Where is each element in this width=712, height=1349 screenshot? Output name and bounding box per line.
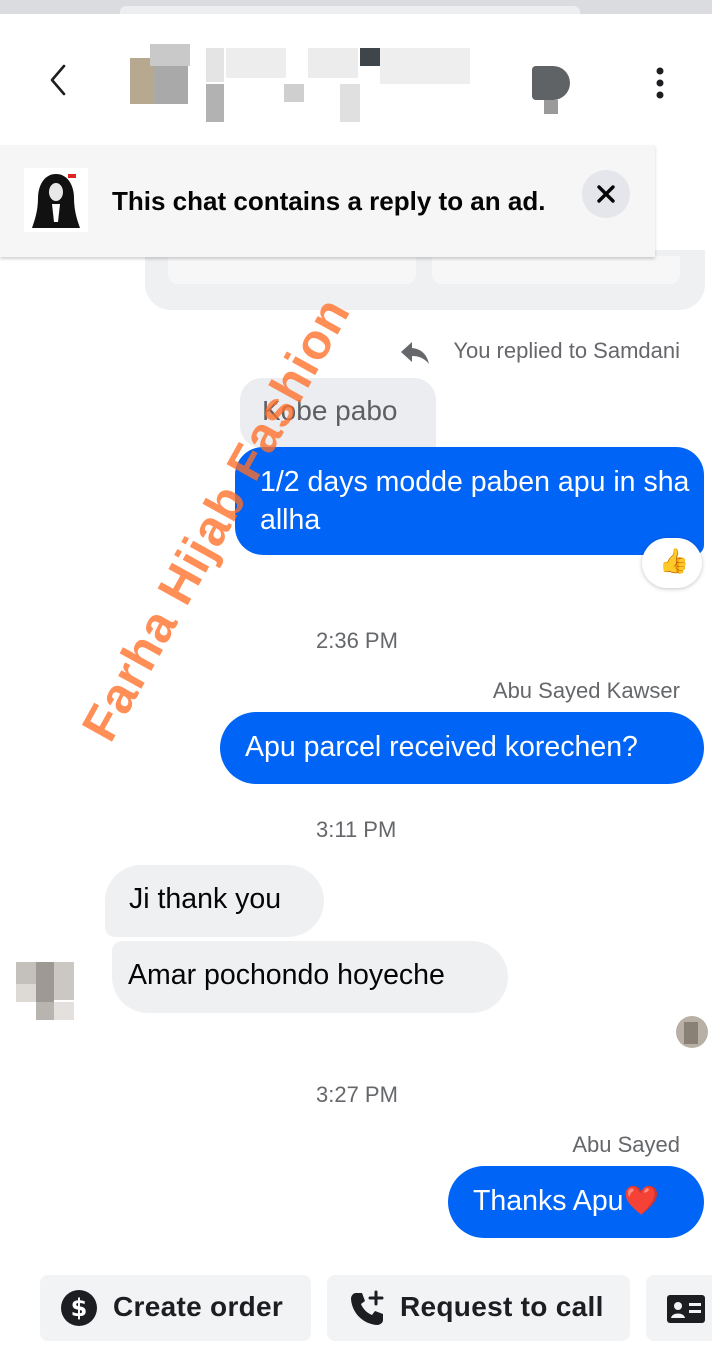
outgoing-message[interactable]: Apu parcel received korechen? [220, 712, 704, 784]
contact-card-icon [667, 1295, 705, 1323]
shop-logo [24, 168, 88, 232]
message-text: 1/2 days modde paben apu in sha allha [260, 466, 690, 536]
timestamp: 3:11 PM [316, 817, 397, 842]
more-options-button[interactable] [640, 58, 680, 108]
ad-card-button[interactable] [432, 256, 680, 284]
timestamp: 3:27 PM [316, 1082, 398, 1107]
create-order-button[interactable]: $ Create order [40, 1275, 311, 1341]
back-button[interactable] [40, 52, 74, 106]
message-text: Ji thank you [129, 883, 282, 915]
more-vertical-icon [656, 67, 664, 99]
message-reaction[interactable]: 👍 [642, 538, 702, 588]
request-call-label: Request to call [400, 1291, 604, 1322]
message-text: Apu parcel received korechen? [245, 731, 638, 763]
request-call-button[interactable]: Request to call [327, 1275, 630, 1341]
sender-name: Abu Sayed [572, 1132, 680, 1157]
contact-card-button[interactable] [646, 1275, 712, 1341]
ad-banner-text: This chat contains a reply to an ad. [112, 186, 546, 216]
heart-icon: ❤️ [623, 1185, 660, 1217]
thumbs-up-icon: 👍 [659, 548, 689, 575]
sender-name: Abu Sayed Kawser [492, 678, 680, 703]
message-text: Thanks Apu [473, 1185, 624, 1217]
incoming-message[interactable]: Amar pochondo hoyeche [112, 941, 508, 1013]
close-icon [597, 185, 615, 203]
reply-arrow-icon [401, 342, 429, 364]
outgoing-message[interactable]: 1/2 days modde paben apu in sha allha [235, 447, 704, 555]
seen-avatar [676, 1016, 708, 1048]
ad-card-button[interactable] [168, 256, 416, 284]
phone-plus-icon [351, 1290, 384, 1325]
reply-context: You replied to Samdani [400, 338, 682, 366]
dollar-icon: $ [61, 1290, 97, 1326]
avatar[interactable] [16, 962, 74, 1020]
message-text: Amar pochondo hoyeche [128, 959, 445, 991]
hijab-logo-icon [24, 168, 88, 232]
create-order-label: Create order [113, 1291, 284, 1322]
outgoing-message[interactable]: Thanks Apu❤️ [448, 1166, 704, 1238]
reply-context-text: You replied to Samdani [453, 338, 680, 363]
close-banner-button[interactable] [582, 170, 630, 218]
chevron-left-icon [50, 64, 66, 96]
svg-text:$: $ [71, 1294, 88, 1322]
incoming-message[interactable]: Ji thank you [105, 865, 324, 937]
timestamp: 2:36 PM [316, 628, 398, 653]
contact-name-censored[interactable] [130, 44, 580, 124]
